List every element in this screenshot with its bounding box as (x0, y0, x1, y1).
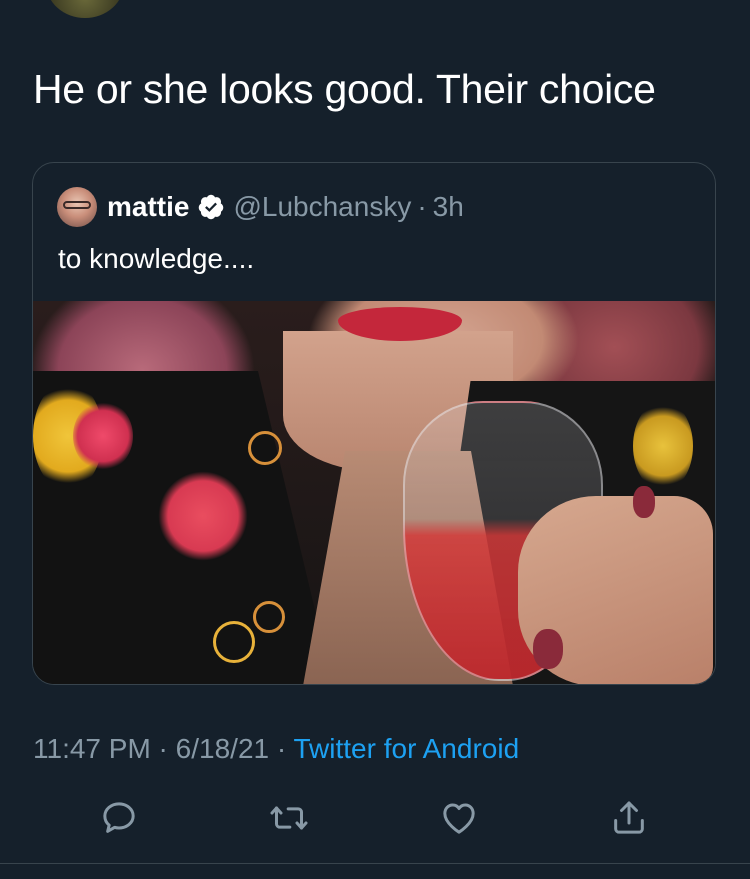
painted-nail (633, 486, 655, 518)
heart-icon (443, 803, 475, 834)
retweet-icon (270, 806, 308, 830)
quoted-author-name[interactable]: mattie (107, 191, 189, 223)
meta-separator: · (150, 733, 176, 764)
quoted-author-avatar[interactable] (57, 187, 97, 227)
embroidered-flower (73, 401, 133, 471)
reply-button[interactable] (99, 798, 139, 838)
embroidered-flower (158, 471, 248, 561)
author-avatar[interactable] (46, 0, 124, 18)
tweet-time: 11:47 PM (33, 733, 151, 764)
embroidered-flower (633, 401, 693, 491)
quoted-tweet-time[interactable]: 3h (433, 191, 464, 223)
tweet-text: He or she looks good. Their choice (33, 66, 656, 112)
embroidered-swirl (248, 431, 282, 465)
header-separator: · (417, 191, 427, 222)
quoted-tweet-text: to knowledge.... (58, 243, 255, 274)
quoted-tweet-header: mattie @Lubchansky · 3h (57, 187, 464, 227)
meta-separator: · (269, 733, 294, 764)
share-button[interactable] (609, 798, 649, 838)
embroidered-swirl (213, 621, 255, 663)
embroidered-swirl (253, 601, 285, 633)
share-icon (614, 801, 644, 834)
painted-nail (533, 629, 563, 669)
tweet-date: 6/18/21 (175, 733, 270, 764)
quoted-tweet-photo[interactable] (33, 301, 715, 684)
retweet-button[interactable] (269, 798, 309, 838)
tweet-metadata: 11:47 PM · 6/18/21 · Twitter for Android (33, 733, 519, 765)
quoted-author-handle[interactable]: @Lubchansky (233, 191, 411, 223)
verified-badge-icon (197, 193, 225, 221)
tweet-action-bar (0, 798, 750, 848)
like-button[interactable] (439, 798, 479, 838)
quoted-tweet-card[interactable]: mattie @Lubchansky · 3h to knowledge.... (32, 162, 716, 685)
bottom-divider (0, 863, 750, 864)
tweet-source-link[interactable]: Twitter for Android (293, 733, 519, 764)
reply-icon (103, 802, 135, 833)
